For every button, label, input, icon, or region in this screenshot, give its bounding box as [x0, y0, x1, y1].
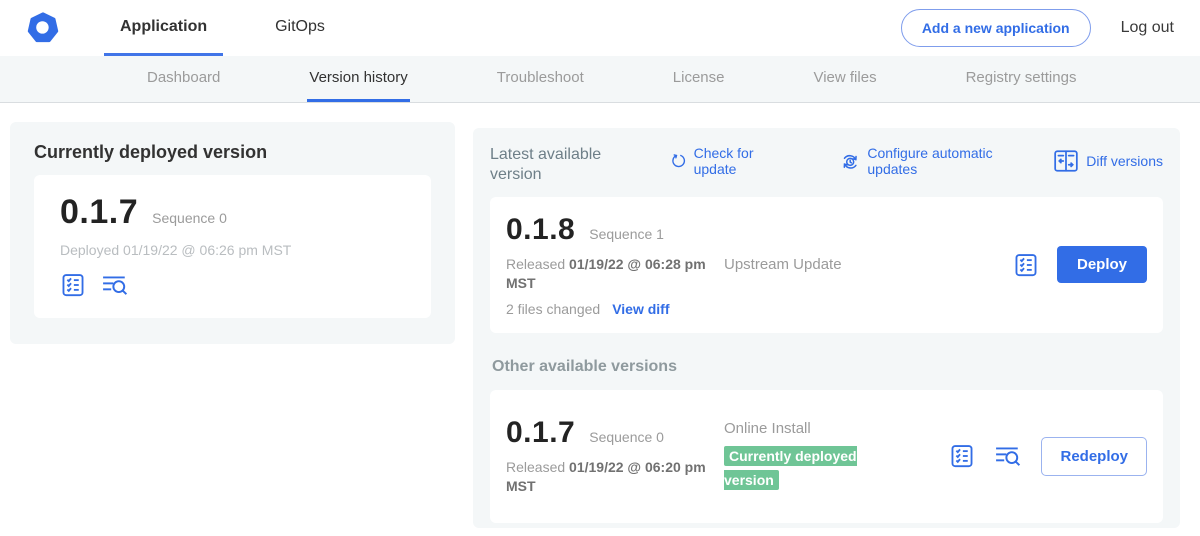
kots-logo-icon	[26, 11, 60, 45]
deploy-logs-icon[interactable]	[993, 443, 1023, 469]
top-tabs: Application GitOps	[104, 0, 341, 56]
subnav-dashboard[interactable]: Dashboard	[145, 56, 222, 102]
subnav-registry-settings[interactable]: Registry settings	[964, 56, 1079, 102]
version-card-018: 0.1.8 Sequence 1 Released 01/19/22 @ 06:…	[490, 197, 1163, 333]
diff-versions-label: Diff versions	[1086, 153, 1163, 169]
version-number: 0.1.7	[506, 416, 575, 450]
other-available-versions-title: Other available versions	[492, 358, 1163, 376]
top-nav: Application GitOps Add a new application…	[0, 0, 1200, 56]
panel-header: Latest available version Check for updat…	[490, 145, 1163, 185]
files-changed-label: 2 files changed	[506, 301, 600, 317]
check-for-update-link[interactable]: Check for update	[670, 145, 774, 177]
currently-deployed-card: Currently deployed version 0.1.7 Sequenc…	[10, 122, 455, 344]
deploy-button[interactable]: Deploy	[1057, 246, 1147, 283]
version-source-label: Upstream Update	[724, 256, 1013, 273]
preflight-checks-icon[interactable]	[949, 443, 975, 469]
version-sequence: Sequence 1	[589, 226, 664, 242]
currently-deployed-title: Currently deployed version	[34, 142, 431, 163]
deploy-logs-icon[interactable]	[100, 272, 130, 298]
add-application-button[interactable]: Add a new application	[901, 9, 1091, 47]
configure-automatic-updates-label: Configure automatic updates	[867, 145, 1026, 177]
configure-automatic-updates-link[interactable]: Configure automatic updates	[840, 145, 1026, 177]
available-versions-panel: Latest available version Check for updat…	[473, 128, 1180, 528]
version-source-label: Online Install	[724, 420, 949, 437]
diff-versions-link[interactable]: Diff versions	[1053, 149, 1163, 173]
version-number: 0.1.8	[506, 213, 575, 247]
view-diff-link[interactable]: View diff	[612, 301, 669, 317]
app-subnav: Dashboard Version history Troubleshoot L…	[0, 56, 1200, 103]
deployed-version-number: 0.1.7	[60, 193, 138, 232]
subnav-version-history[interactable]: Version history	[307, 56, 409, 102]
released-timestamp: Released 01/19/22 @ 06:28 pm MST	[506, 255, 718, 293]
deployed-version-card: 0.1.7 Sequence 0 Deployed 01/19/22 @ 06:…	[34, 175, 431, 318]
redeploy-button[interactable]: Redeploy	[1041, 437, 1147, 476]
released-timestamp: Released 01/19/22 @ 06:20 pm MST	[506, 458, 718, 496]
deployed-sequence: Sequence 0	[152, 210, 227, 226]
tab-gitops[interactable]: GitOps	[259, 0, 341, 56]
tab-application[interactable]: Application	[104, 0, 223, 56]
preflight-checks-icon[interactable]	[60, 272, 86, 298]
check-for-update-label: Check for update	[694, 145, 774, 177]
version-sequence: Sequence 0	[589, 429, 664, 445]
refresh-icon	[670, 150, 687, 172]
version-card-017: 0.1.7 Sequence 0 Released 01/19/22 @ 06:…	[490, 390, 1163, 523]
logout-link[interactable]: Log out	[1121, 19, 1174, 37]
subnav-view-files[interactable]: View files	[811, 56, 878, 102]
app-logo	[26, 0, 60, 56]
preflight-checks-icon[interactable]	[1013, 252, 1039, 278]
latest-available-title: Latest available version	[490, 145, 618, 185]
subnav-license[interactable]: License	[671, 56, 727, 102]
currently-deployed-badge: Currently deployed version	[724, 446, 857, 490]
top-right-actions: Add a new application Log out	[901, 0, 1174, 56]
subnav-troubleshoot[interactable]: Troubleshoot	[495, 56, 586, 102]
deployed-timestamp: Deployed 01/19/22 @ 06:26 pm MST	[60, 242, 405, 258]
auto-update-clock-icon	[840, 150, 860, 173]
diff-icon	[1053, 149, 1079, 173]
main-content: Currently deployed version 0.1.7 Sequenc…	[0, 103, 1200, 535]
